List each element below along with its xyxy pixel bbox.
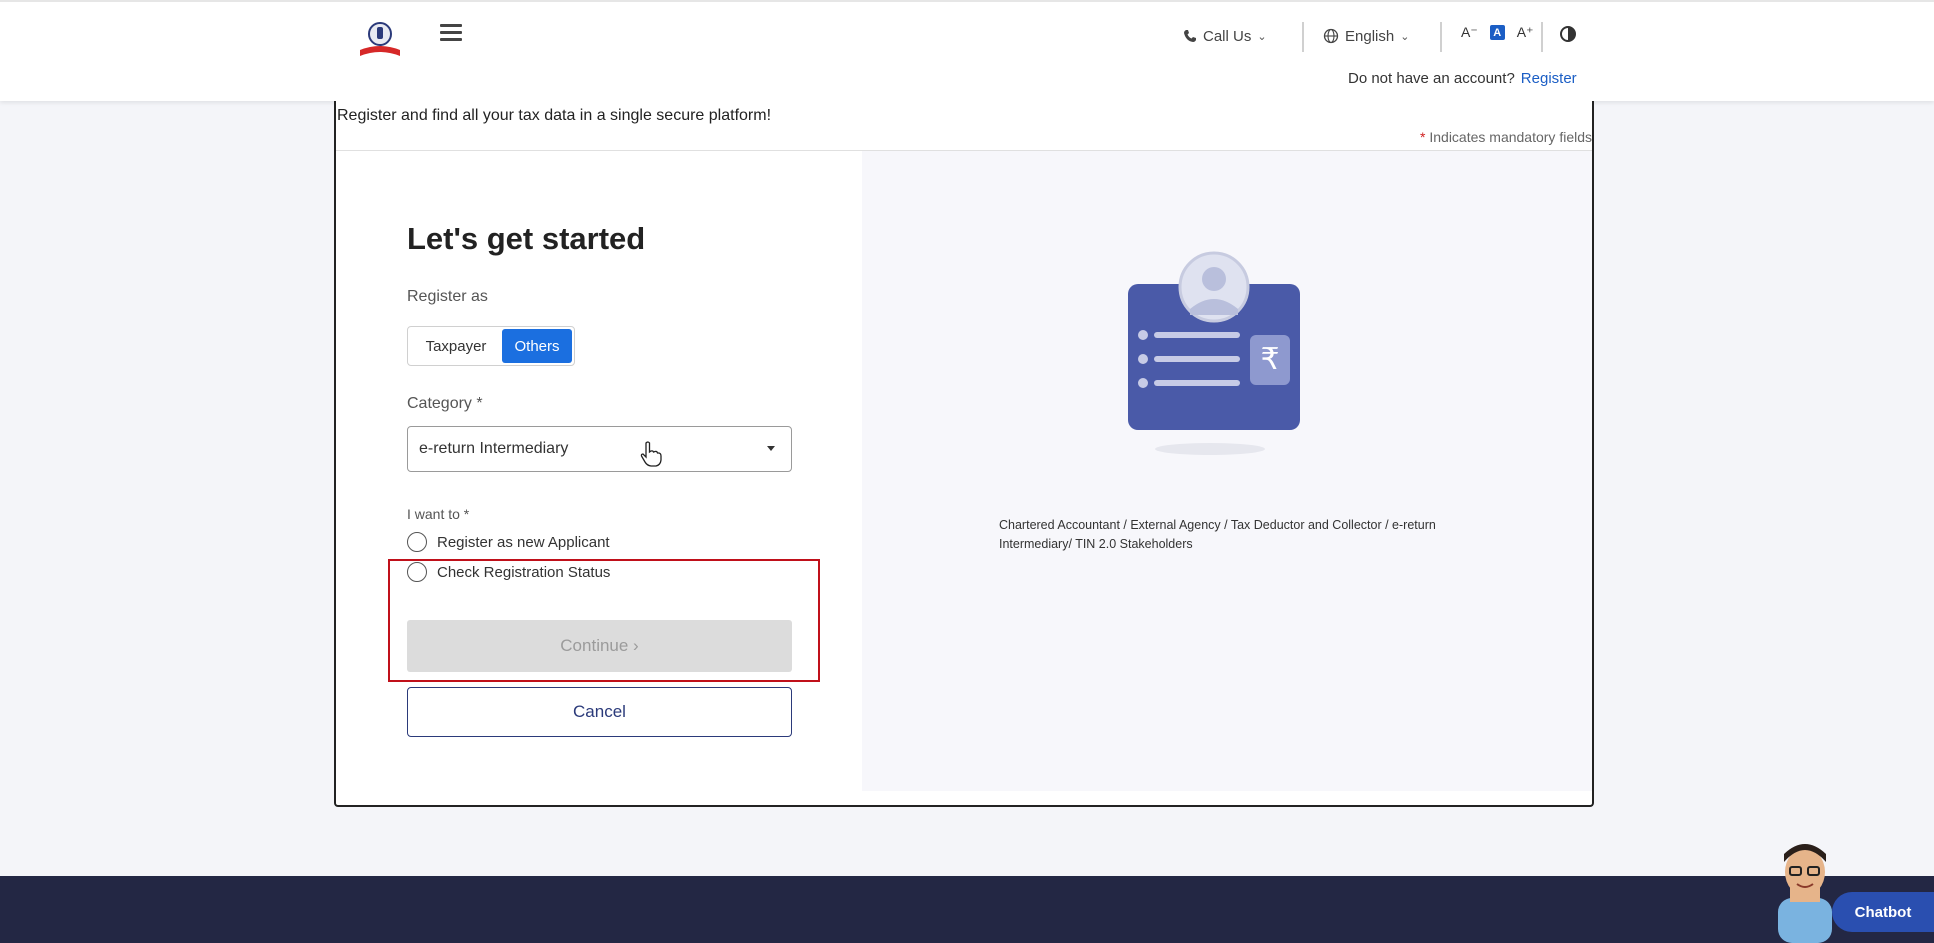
- cancel-button[interactable]: Cancel: [407, 687, 792, 737]
- toggle-taxpayer[interactable]: Taxpayer: [410, 329, 502, 363]
- radio-register-new-applicant[interactable]: Register as new Applicant: [407, 532, 610, 552]
- illustration-caption: Chartered Accountant / External Agency /…: [999, 518, 1436, 551]
- page-title: Let's get started: [407, 221, 646, 256]
- chatbot-button[interactable]: Chatbot: [1832, 892, 1934, 932]
- caret-down-icon: [767, 446, 775, 451]
- font-decrease-button[interactable]: A⁻: [1461, 24, 1478, 41]
- phone-icon: [1184, 30, 1196, 42]
- register-link[interactable]: Register: [1521, 70, 1577, 87]
- divider: [1302, 22, 1304, 52]
- contrast-toggle-icon[interactable]: [1560, 26, 1576, 42]
- divider: [1440, 22, 1442, 52]
- illustration-pane: ₹ Chartered Accountant / External Agency…: [862, 151, 1592, 791]
- form-pane: Let's get started Register as Taxpayer O…: [336, 151, 862, 791]
- font-normal-button[interactable]: A: [1489, 25, 1505, 40]
- call-us-dropdown[interactable]: Call Us ⌄: [1183, 24, 1267, 48]
- top-header: Call Us ⌄ English ⌄ A⁻ A A⁺ Do not have …: [0, 0, 1934, 101]
- register-as-label: Register as: [407, 288, 488, 305]
- radio-circle[interactable]: [407, 532, 427, 552]
- chevron-down-icon: ⌄: [1257, 30, 1267, 43]
- category-value: e-return Intermediary: [419, 440, 569, 457]
- i-want-to-label: I want to *: [407, 506, 470, 522]
- chevron-down-icon: ⌄: [1400, 30, 1410, 43]
- register-as-toggle: Taxpayer Others: [407, 326, 575, 366]
- category-select[interactable]: e-return Intermediary: [407, 426, 792, 472]
- emblem-logo-icon[interactable]: [356, 20, 404, 60]
- page-footer: [0, 876, 1934, 943]
- radio-label: Register as new Applicant: [437, 533, 610, 551]
- registration-card: Register and find all your tax data in a…: [334, 101, 1594, 807]
- call-us-label: Call Us: [1203, 27, 1252, 45]
- globe-icon: [1323, 28, 1339, 44]
- mandatory-note: * Indicates mandatory fields: [1420, 129, 1592, 145]
- menu-hamburger-icon[interactable]: [440, 24, 462, 42]
- font-increase-button[interactable]: A⁺: [1517, 24, 1534, 41]
- divider: [1541, 22, 1543, 52]
- mandatory-note-text: Indicates mandatory fields: [1429, 129, 1592, 145]
- account-prompt-text: Do not have an account?: [1348, 70, 1515, 87]
- page-subheading: Register and find all your tax data in a…: [337, 107, 772, 124]
- account-prompt: Do not have an account? Register: [1348, 70, 1577, 87]
- mandatory-star: *: [1420, 129, 1426, 145]
- language-dropdown[interactable]: English ⌄: [1323, 24, 1409, 48]
- svg-text:₹: ₹: [1260, 342, 1279, 377]
- id-card-illustration-icon: ₹: [1128, 251, 1300, 455]
- highlight-annotation: [388, 559, 820, 682]
- hand-cursor-icon: [640, 441, 662, 467]
- category-label: Category *: [407, 395, 483, 412]
- toggle-others[interactable]: Others: [502, 329, 572, 363]
- language-label: English: [1345, 27, 1395, 45]
- font-size-controls: A⁻ A A⁺: [1461, 24, 1533, 41]
